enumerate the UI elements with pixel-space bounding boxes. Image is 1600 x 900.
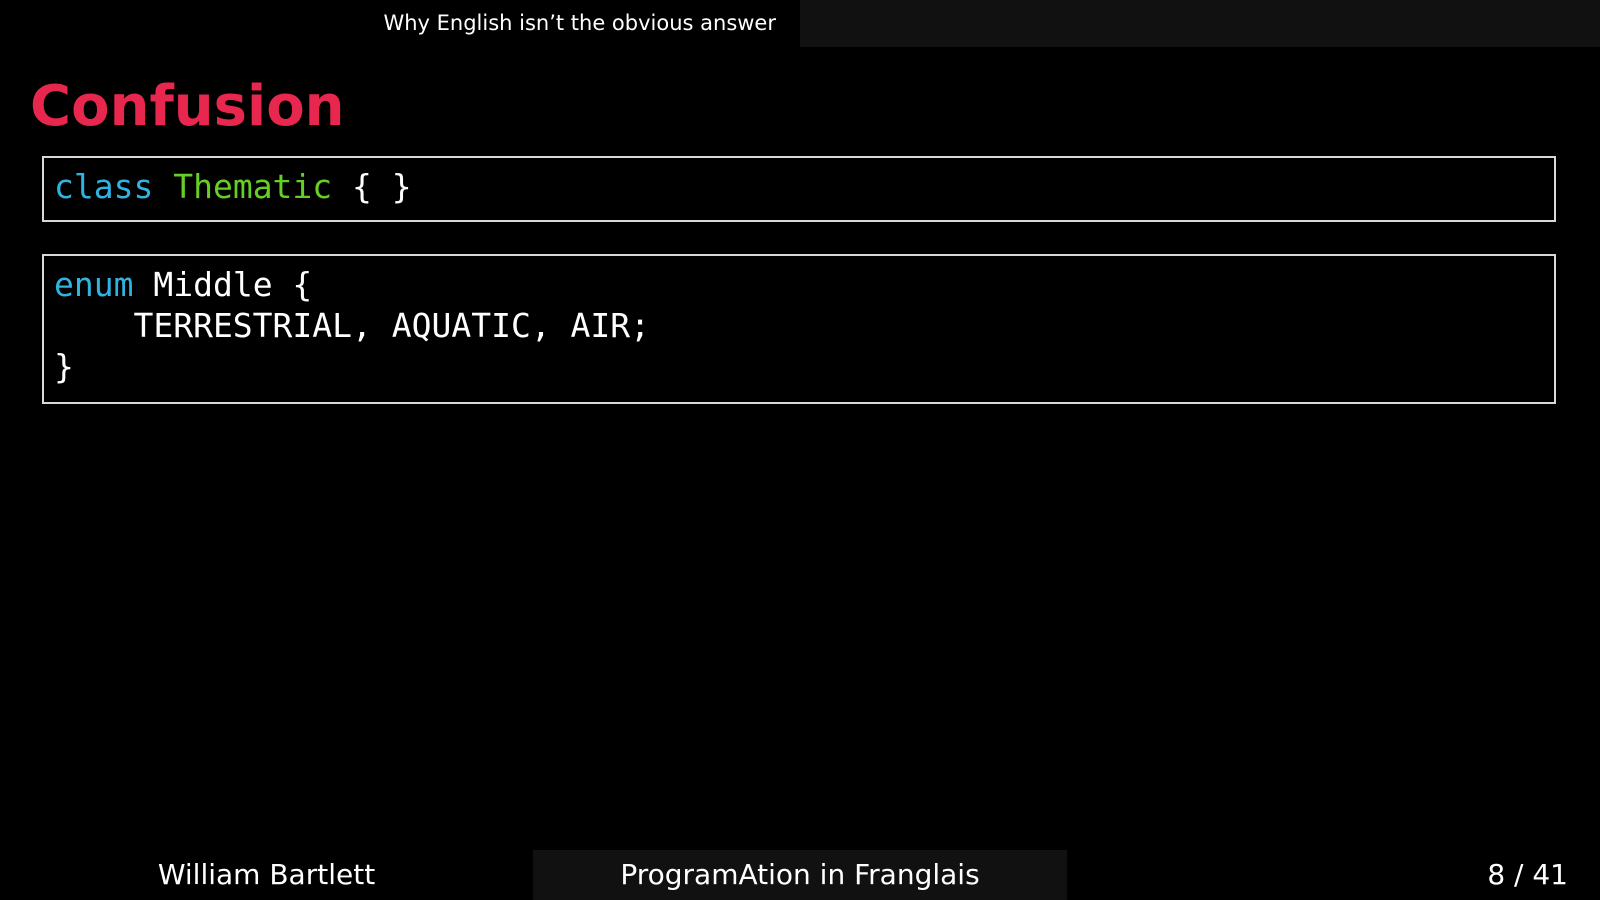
page-number[interactable]: 8 / 41 xyxy=(1487,850,1568,900)
section-title[interactable]: Why English isn’t the obvious answer xyxy=(383,0,776,47)
footer-author[interactable]: William Bartlett xyxy=(0,850,533,900)
code-type-name: Thematic xyxy=(173,167,333,206)
footer-page-cell: 8 / 41 xyxy=(1067,850,1600,900)
code-enum-values-line: TERRESTRIAL, AQUATIC, AIR; xyxy=(54,306,651,345)
code-keyword-enum: enum xyxy=(54,265,134,304)
code-enum-name-line: Middle { xyxy=(153,265,313,304)
code-block-class: class Thematic { } xyxy=(42,156,1556,222)
code-block-enum: enum Middle { TERRESTRIAL, AQUATIC, AIR;… xyxy=(42,254,1556,404)
footer-bar: William Bartlett ProgramAtion in Frangla… xyxy=(0,850,1600,900)
code-braces: { } xyxy=(352,167,412,206)
top-navigation-bar: Why English isn’t the obvious answer xyxy=(0,0,1600,47)
footer-talk-title[interactable]: ProgramAtion in Franglais xyxy=(533,850,1067,900)
code-enum-close-line: } xyxy=(54,347,74,386)
code-keyword-class: class xyxy=(54,167,154,206)
slide-title: Confusion xyxy=(30,74,345,139)
top-bar-right-panel xyxy=(800,0,1600,47)
